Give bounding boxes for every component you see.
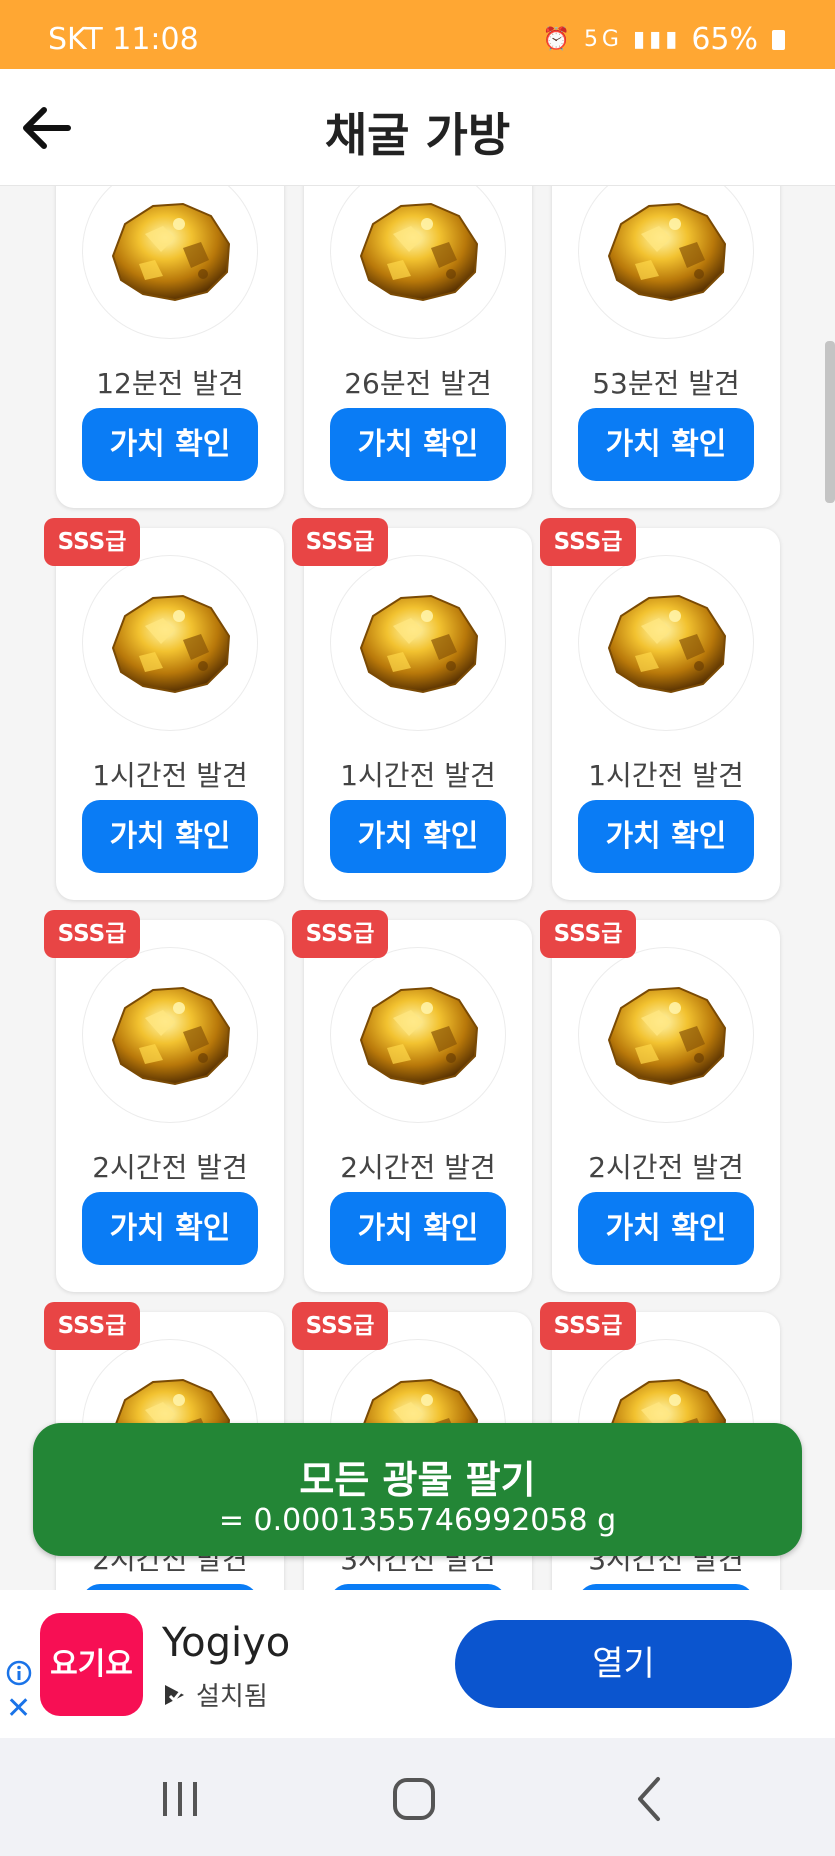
gold-nugget-icon	[607, 202, 727, 302]
grade-badge: SSS급	[292, 1302, 388, 1350]
network-label: 5G	[583, 27, 623, 52]
status-bar: SKT 11:08 ⏰ 5G ▮▮▮ 65%	[0, 0, 835, 69]
ore-image	[82, 186, 258, 339]
ore-card: 2시간전 발견가치 확인 SSS급	[44, 910, 284, 1292]
gold-nugget-icon	[111, 594, 231, 694]
ad-app-logo[interactable]: 요기요	[40, 1613, 143, 1716]
ore-image	[82, 947, 258, 1123]
gold-nugget-icon	[359, 986, 479, 1086]
ore-image	[330, 186, 506, 339]
system-nav-bar	[0, 1738, 835, 1856]
found-time-label: 26분전 발견	[344, 367, 492, 400]
check-value-button[interactable]: 가치 확인	[578, 800, 754, 873]
ore-card: 53분전 발견가치 확인	[552, 186, 780, 508]
ore-card: 2시간전 발견가치 확인 SSS급	[292, 910, 532, 1292]
ad-install-status: 설치됨	[162, 1676, 268, 1713]
ore-image	[82, 555, 258, 731]
info-icon[interactable]	[6, 1660, 32, 1686]
grade-badge: SSS급	[292, 910, 388, 958]
page-title: 채굴 가방	[324, 108, 511, 162]
check-value-button[interactable]: 가치 확인	[82, 800, 258, 873]
grade-badge: SSS급	[44, 910, 140, 958]
signal-icon: ▮▮▮	[632, 27, 682, 52]
ore-card: 1시간전 발견가치 확인 SSS급	[44, 518, 284, 900]
battery-percent: 65%	[691, 22, 758, 57]
found-time-label: 1시간전 발견	[92, 759, 248, 792]
gold-nugget-icon	[607, 986, 727, 1086]
grade-badge: SSS급	[44, 518, 140, 566]
alarm-icon: ⏰	[542, 27, 574, 52]
installed-check-icon	[165, 1684, 184, 1705]
gold-nugget-icon	[111, 202, 231, 302]
back-icon[interactable]	[626, 1774, 676, 1824]
found-time-label: 12분전 발견	[96, 367, 244, 400]
scrollbar[interactable]	[825, 341, 835, 503]
gold-nugget-icon	[607, 594, 727, 694]
carrier-time: SKT 11:08	[48, 22, 199, 57]
app-header: 채굴 가방	[0, 69, 835, 186]
sell-all-button[interactable]: 모든 광물 팔기 = 0.0001355746992058 g	[33, 1423, 802, 1556]
check-value-button[interactable]: 가치 확인	[330, 800, 506, 873]
found-time-label: 1시간전 발견	[588, 759, 744, 792]
ore-card: 2시간전 발견가치 확인 SSS급	[540, 910, 780, 1292]
check-value-button[interactable]: 가치 확인	[82, 1192, 258, 1265]
ore-card: 26분전 발견가치 확인	[304, 186, 532, 508]
check-value-button[interactable]: 가치 확인	[330, 408, 506, 481]
grade-badge: SSS급	[540, 518, 636, 566]
card-grid: 12분전 발견가치 확인 26분전 발견가치 확인 53분전 발견가치 확인	[0, 186, 835, 1590]
grade-badge: SSS급	[540, 910, 636, 958]
grade-badge: SSS급	[540, 1302, 636, 1350]
grade-badge: SSS급	[292, 518, 388, 566]
home-icon[interactable]	[389, 1774, 439, 1824]
close-icon[interactable]: ✕	[6, 1694, 32, 1724]
ore-card: 1시간전 발견가치 확인 SSS급	[540, 518, 780, 900]
status-icons-group: ⏰ 5G ▮▮▮ 65%	[543, 22, 785, 57]
ore-image	[330, 947, 506, 1123]
ad-banner[interactable]: ✕ 요기요 Yogiyo 설치됨 열기	[0, 1590, 835, 1738]
mining-bag-list[interactable]: 12분전 발견가치 확인 26분전 발견가치 확인 53분전 발견가치 확인	[0, 186, 835, 1590]
sell-all-amount: = 0.0001355746992058 g	[218, 1503, 617, 1538]
ore-image	[578, 186, 754, 339]
ore-image	[330, 555, 506, 731]
found-time-label: 2시간전 발견	[588, 1151, 744, 1184]
sell-all-title: 모든 광물 팔기	[299, 1458, 536, 1502]
found-time-label: 2시간전 발견	[340, 1151, 496, 1184]
check-value-button[interactable]: 가치 확인	[330, 1192, 506, 1265]
ore-card: 1시간전 발견가치 확인 SSS급	[292, 518, 532, 900]
grade-badge: SSS급	[44, 1302, 140, 1350]
ad-app-name[interactable]: Yogiyo	[162, 1620, 290, 1666]
gold-nugget-icon	[359, 594, 479, 694]
check-value-button[interactable]: 가치 확인	[578, 1192, 754, 1265]
found-time-label: 53분전 발견	[592, 367, 740, 400]
found-time-label: 1시간전 발견	[340, 759, 496, 792]
ad-open-button[interactable]: 열기	[455, 1620, 792, 1708]
ore-image	[578, 947, 754, 1123]
gold-nugget-icon	[111, 986, 231, 1086]
ore-card: 12분전 발견가치 확인	[56, 186, 284, 508]
recent-apps-icon[interactable]	[155, 1774, 205, 1824]
found-time-label: 2시간전 발견	[92, 1151, 248, 1184]
gold-nugget-icon	[359, 202, 479, 302]
check-value-button[interactable]: 가치 확인	[82, 408, 258, 481]
check-value-button[interactable]: 가치 확인	[578, 408, 754, 481]
ore-image	[578, 555, 754, 731]
ad-status-label: 설치됨	[196, 1682, 268, 1712]
battery-icon	[772, 29, 785, 50]
